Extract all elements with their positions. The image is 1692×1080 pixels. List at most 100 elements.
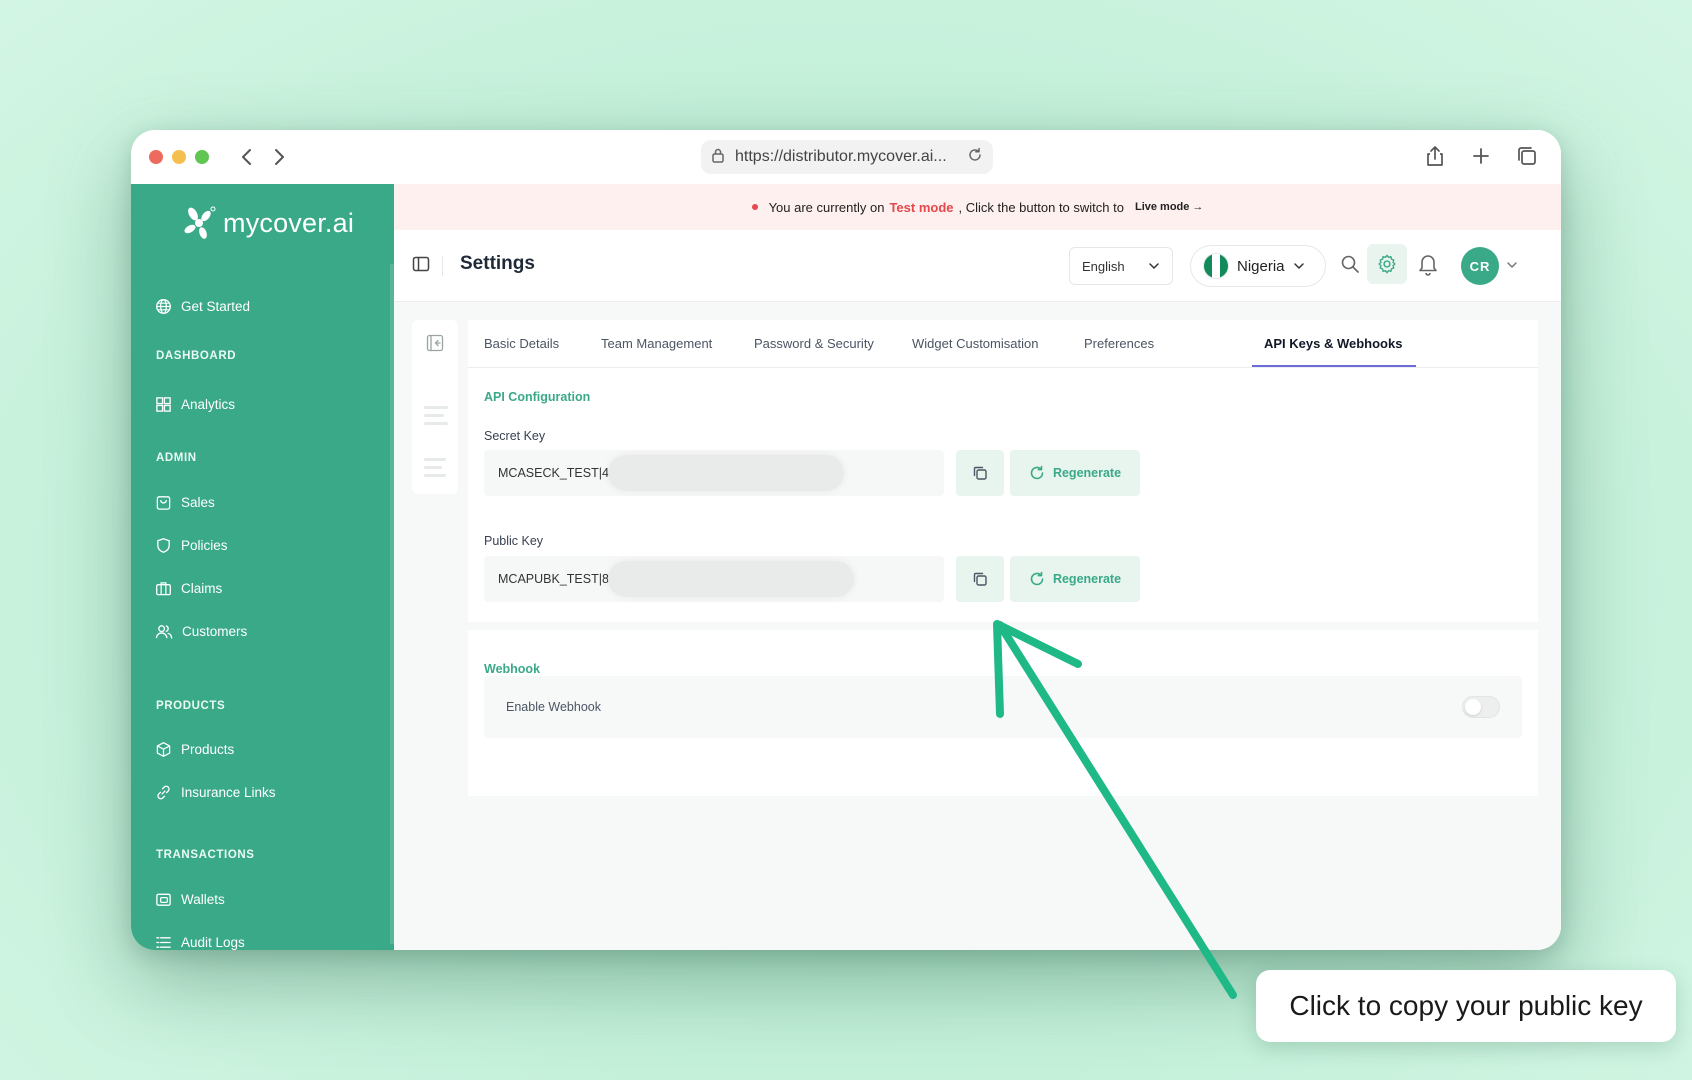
header-divider — [442, 256, 443, 276]
sidebar-item-customers[interactable]: Customers — [155, 623, 247, 640]
share-icon[interactable] — [1423, 144, 1447, 168]
copy-icon — [973, 572, 987, 586]
secret-key-mask — [608, 455, 844, 491]
regenerate-label: Regenerate — [1052, 572, 1122, 586]
lock-icon — [711, 147, 725, 168]
refresh-icon — [1030, 465, 1044, 480]
language-select[interactable]: English — [1069, 247, 1173, 285]
sidebar-section-products: PRODUCTS — [156, 700, 226, 712]
sidebar-toggle-icon[interactable] — [412, 255, 430, 278]
brand-name: mycover.ai — [223, 207, 355, 238]
copy-secret-key-button[interactable] — [956, 450, 1004, 496]
regenerate-secret-key-button[interactable]: Regenerate — [1010, 450, 1140, 496]
public-key-field[interactable]: MCAPUBK_TEST|86 — [484, 556, 944, 602]
tab-preferences[interactable]: Preferences — [1084, 336, 1154, 351]
minimize-window-button[interactable] — [172, 150, 186, 164]
sidebar-item-label: Get Started — [181, 299, 251, 314]
sidebar-item-label: Claims — [181, 581, 223, 596]
tab-api-keys-webhooks[interactable]: API Keys & Webhooks — [1264, 336, 1402, 351]
mycover-logo-icon — [184, 206, 216, 239]
public-key-label: Public Key — [484, 534, 544, 548]
url-text: https://distributor.mycover.ai... — [735, 148, 947, 165]
browser-toolbar: https://distributor.mycover.ai... — [131, 130, 1561, 184]
sidebar-item-label: Policies — [181, 538, 228, 553]
copy-public-key-button[interactable] — [956, 556, 1004, 602]
sidebar-item-label: Products — [181, 742, 235, 757]
page-header: Settings English Nigeria CR — [394, 230, 1561, 302]
settings-button[interactable] — [1367, 244, 1407, 284]
secret-key-field[interactable]: MCASECK_TEST|44 — [484, 450, 944, 496]
active-tab-indicator — [1252, 365, 1416, 367]
users-icon — [155, 625, 173, 639]
search-icon[interactable] — [1340, 254, 1360, 279]
chevron-down-icon — [1149, 263, 1159, 269]
page-title: Settings — [460, 253, 535, 274]
tab-basic-details[interactable]: Basic Details — [484, 336, 559, 351]
banner-prefix: You are currently on — [768, 199, 885, 215]
sidebar-item-label: Customers — [182, 624, 248, 639]
tab-team-management[interactable]: Team Management — [601, 336, 712, 351]
sidebar-item-products[interactable]: Products — [155, 741, 234, 758]
section-divider — [468, 622, 1538, 630]
sidebar-item-wallets[interactable]: Wallets — [155, 891, 225, 908]
sidebar-item-analytics[interactable]: Analytics — [155, 396, 235, 413]
reload-icon[interactable] — [967, 147, 983, 168]
country-select[interactable]: Nigeria — [1190, 245, 1326, 287]
sidebar-item-insurance-links[interactable]: Insurance Links — [155, 784, 276, 801]
package-icon — [156, 742, 171, 757]
sidebar-item-get-started[interactable]: Get Started — [155, 298, 250, 315]
main-content: You are currently on Test mode, Click th… — [394, 184, 1561, 950]
sidebar-item-sales[interactable]: Sales — [155, 494, 215, 511]
user-avatar[interactable]: CR — [1461, 247, 1499, 285]
maximize-window-button[interactable] — [195, 150, 209, 164]
list-icon — [156, 937, 171, 948]
settings-card: Basic Details Team Management Password &… — [468, 320, 1538, 796]
public-key-value: MCAPUBK_TEST|86 — [498, 572, 616, 586]
regenerate-label: Regenerate — [1052, 466, 1122, 480]
chevron-down-icon[interactable] — [1506, 258, 1518, 276]
address-bar[interactable]: https://distributor.mycover.ai... — [701, 140, 993, 174]
sidebar-item-policies[interactable]: Policies — [155, 537, 228, 554]
sidebar: mycover.ai Get Started DASHBOARD Analyti… — [131, 184, 394, 950]
banner-mode: Test mode — [889, 199, 954, 215]
banner-suffix: , Click the button to switch to — [958, 199, 1124, 215]
forward-icon[interactable] — [271, 142, 287, 180]
status-dot — [751, 204, 758, 210]
shopping-bag-icon — [156, 496, 171, 510]
bell-icon[interactable] — [1417, 252, 1439, 281]
link-icon — [157, 785, 170, 800]
annotation-callout: Click to copy your public key — [1256, 970, 1676, 1042]
sidebar-item-claims[interactable]: Claims — [155, 580, 222, 597]
back-icon[interactable] — [239, 142, 255, 180]
collapse-panel-icon[interactable] — [426, 334, 444, 357]
sidebar-item-label: Wallets — [181, 892, 225, 907]
tabs-overview-icon[interactable] — [1515, 144, 1539, 168]
brand-logo[interactable]: mycover.ai — [181, 204, 354, 242]
sidebar-section-dashboard: DASHBOARD — [156, 350, 237, 362]
sidebar-item-label: Insurance Links — [181, 785, 276, 800]
gear-icon — [1378, 254, 1396, 274]
refresh-icon — [1030, 571, 1044, 586]
enable-webhook-label: Enable Webhook — [506, 700, 601, 714]
tab-widget-customisation[interactable]: Widget Customisation — [912, 336, 1038, 351]
regenerate-public-key-button[interactable]: Regenerate — [1010, 556, 1140, 602]
test-mode-banner: You are currently on Test mode, Click th… — [394, 184, 1561, 230]
secret-key-value: MCASECK_TEST|44 — [498, 466, 616, 480]
enable-webhook-toggle[interactable] — [1462, 696, 1500, 718]
grid-icon — [156, 397, 171, 412]
close-window-button[interactable] — [149, 150, 163, 164]
briefcase-icon — [156, 582, 171, 596]
live-mode-link[interactable]: Live mode → — [1135, 201, 1203, 213]
webhook-title: Webhook — [484, 662, 541, 676]
sidebar-item-label: Analytics — [181, 397, 236, 412]
sidebar-item-audit-logs[interactable]: Audit Logs — [155, 934, 245, 950]
sidebar-item-label: Sales — [181, 495, 215, 510]
shield-icon — [157, 538, 170, 553]
country-value: Nigeria — [1237, 257, 1285, 275]
new-tab-icon[interactable] — [1469, 144, 1493, 168]
wallet-icon — [156, 893, 171, 906]
tab-password-security[interactable]: Password & Security — [754, 336, 874, 351]
nigeria-flag-icon — [1203, 253, 1229, 279]
settings-mini-rail — [412, 320, 458, 494]
sidebar-item-label: Audit Logs — [181, 935, 245, 950]
